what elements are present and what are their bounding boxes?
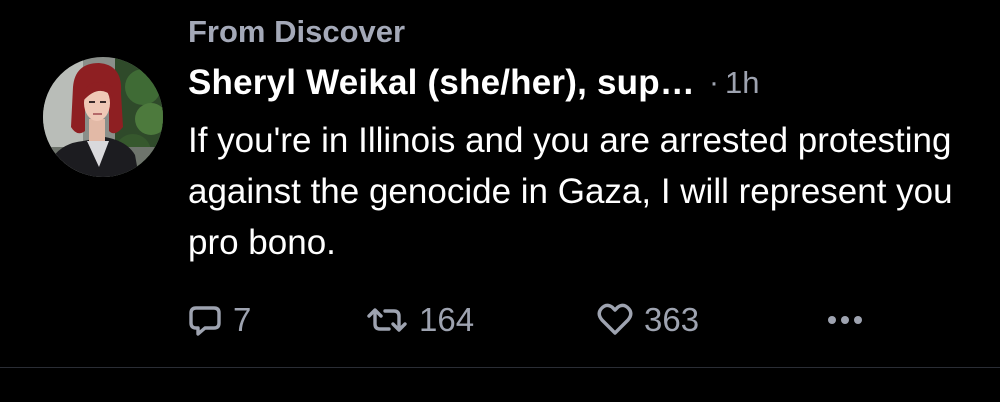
post-actions: 7 164 363 bbox=[0, 292, 1000, 348]
like-count: 363 bbox=[644, 301, 700, 338]
author-display-name[interactable]: Sheryl Weikal (she/her), sup… bbox=[188, 63, 695, 103]
heart-icon bbox=[597, 303, 633, 335]
repost-button[interactable]: 164 bbox=[365, 292, 474, 348]
post-item[interactable]: From Discover Sheryl Weikal (she/her), s… bbox=[0, 0, 1000, 368]
avatar-image bbox=[43, 57, 163, 177]
repost-icon bbox=[367, 308, 407, 332]
avatar[interactable] bbox=[43, 57, 163, 177]
post-text: If you're in Illinois and you are arrest… bbox=[188, 121, 953, 262]
reply-icon bbox=[189, 306, 221, 336]
reply-button[interactable]: 7 bbox=[187, 292, 251, 348]
reply-count: 7 bbox=[233, 301, 252, 338]
more-options-button[interactable] bbox=[825, 292, 865, 348]
post-divider bbox=[0, 367, 1000, 368]
more-icon bbox=[828, 316, 862, 324]
like-button[interactable]: 363 bbox=[596, 292, 699, 348]
post-timestamp[interactable]: 1h bbox=[725, 65, 759, 101]
feed-context-label: From Discover bbox=[188, 14, 406, 49]
post-header: Sheryl Weikal (she/her), sup… · 1h bbox=[188, 60, 759, 106]
repost-count: 164 bbox=[419, 301, 475, 338]
header-separator: · bbox=[708, 66, 719, 99]
